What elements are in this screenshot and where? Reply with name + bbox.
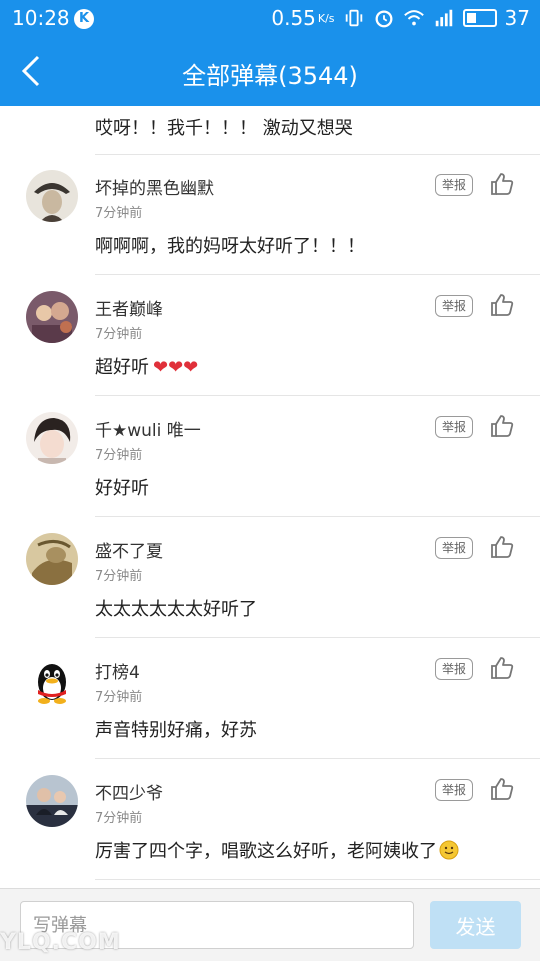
title-bar: 全部弹幕(3544) [0,36,540,106]
comment-content: 好好听 [95,474,149,500]
comment-item: 盛不了夏 7分钟前 太太太太太太好听了 举报 [0,517,540,638]
report-button[interactable]: 举报 [435,779,473,801]
report-button[interactable]: 举报 [435,174,473,196]
comment-list[interactable]: 哎呀！！我千！！！ 激动又想哭 坏掉的黑色幽默 7分钟前 啊啊啊，我的妈呀太好听… [0,106,540,888]
comment-content: 厉害了四个字，唱歌这么好听，老阿姨收了 [95,837,459,863]
comment-content: 太太太太太太好听了 [95,595,257,621]
thumbs-up-icon[interactable] [489,292,515,318]
alarm-icon [375,10,393,28]
comment-text: 啊啊啊，我的妈呀太好听了！！！ [95,236,365,257]
thumbs-up-icon[interactable] [489,776,515,802]
thumbs-up-icon[interactable] [489,413,515,439]
partial-comment-content: 哎呀！！我千！！！ 激动又想哭 [95,118,353,139]
k-badge-icon: K [74,9,94,29]
wifi-icon [403,10,424,26]
comment-content: 啊啊啊，我的妈呀太好听了！！！ [95,232,365,258]
thumbs-up-icon[interactable] [489,534,515,560]
status-time: 10:28 [12,6,70,30]
heart-emojis: ❤❤❤ [153,357,199,378]
comment-text: 厉害了四个字，唱歌这么好听，老阿姨收了 [95,841,437,862]
comment-item: 不四少爷 7分钟前 厉害了四个字，唱歌这么好听，老阿姨收了 举报 [0,759,540,880]
username[interactable]: 打榜4 [95,658,140,683]
report-button[interactable]: 举报 [435,537,473,559]
smile-emoji-icon [439,840,459,860]
battery-icon [462,9,497,27]
report-button[interactable]: 举报 [435,658,473,680]
username[interactable]: 盛不了夏 [95,537,163,562]
avatar[interactable] [26,170,78,222]
timestamp: 7分钟前 [95,206,143,221]
comment-item: 打榜4 7分钟前 声音特别好痛，好苏 举报 [0,638,540,759]
timestamp: 7分钟前 [95,569,143,584]
username[interactable]: 千★wuli 唯一 [95,416,201,441]
avatar[interactable] [26,775,78,827]
timestamp: 7分钟前 [95,811,143,826]
page-title: 全部弹幕(3544) [182,62,358,90]
comment-item: 王者巅峰 7分钟前 超好听 ❤❤❤ 举报 [0,275,540,396]
username[interactable]: 不四少爷 [95,779,163,804]
thumbs-up-icon[interactable] [489,655,515,681]
avatar[interactable] [26,412,78,464]
timestamp: 7分钟前 [95,690,143,705]
battery-level: 37 [504,6,530,30]
comment-item: 坏掉的黑色幽默 7分钟前 啊啊啊，我的妈呀太好听了！！！ 举报 [0,154,540,275]
timestamp: 7分钟前 [95,448,143,463]
username[interactable]: 坏掉的黑色幽默 [95,174,214,199]
comment-content: 超好听 ❤❤❤ [95,353,198,379]
timestamp: 7分钟前 [95,327,143,342]
divider [95,879,540,880]
status-icons: 0.55 K/s 37 [271,6,530,30]
username[interactable]: 王者巅峰 [95,295,163,320]
comment-content: 声音特别好痛，好苏 [95,716,257,742]
avatar[interactable] [26,291,78,343]
comment-text: 好好听 [95,478,149,499]
status-bar: 10:28 K 0.55 K/s 37 [0,0,540,36]
watermark: YLQ.COM [0,930,121,955]
comment-text: 超好听 [95,357,149,378]
send-button[interactable]: 发送 [430,901,521,949]
signal-icon [435,9,452,27]
comment-text: 声音特别好痛，好苏 [95,720,257,741]
report-button[interactable]: 举报 [435,295,473,317]
network-speed-unit: K/s [317,11,335,25]
network-speed: 0.55 [271,6,316,30]
comment-item: 千★wuli 唯一 7分钟前 好好听 举报 [0,396,540,517]
avatar[interactable] [26,533,78,585]
thumbs-up-icon[interactable] [489,171,515,197]
comment-text: 太太太太太太好听了 [95,599,257,620]
avatar[interactable] [26,654,78,706]
report-button[interactable]: 举报 [435,416,473,438]
vibrate-icon [345,9,362,27]
